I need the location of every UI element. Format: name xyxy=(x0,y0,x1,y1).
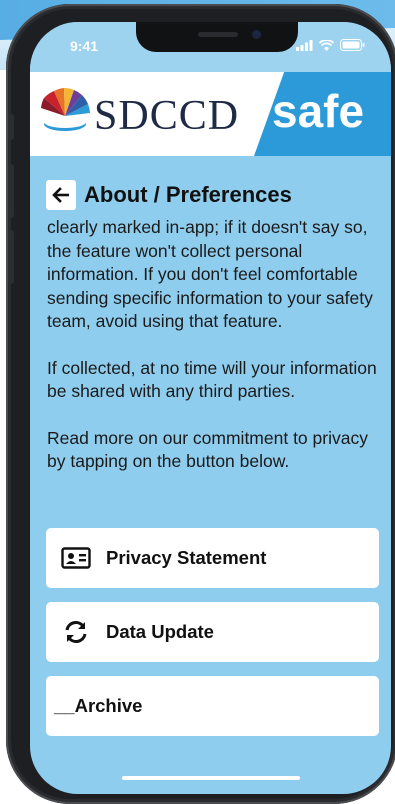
privacy-statement-button[interactable]: Privacy Statement xyxy=(46,528,379,588)
status-icons xyxy=(296,39,365,51)
logo-text: SDCCD xyxy=(94,93,240,139)
archive-button[interactable]: __Archive xyxy=(46,676,379,736)
volume-down-button xyxy=(8,230,14,284)
wifi-icon xyxy=(319,39,334,51)
notch xyxy=(136,22,298,52)
archive-label: __Archive xyxy=(54,695,143,716)
refresh-icon xyxy=(65,621,87,643)
speaker xyxy=(198,32,238,37)
privacy-paragraph-partial: clearly marked in-app; if it doesn't say… xyxy=(47,217,373,331)
privacy-paragraph-read-more: Read more on our commitment to privacy b… xyxy=(47,427,368,472)
back-button[interactable] xyxy=(46,180,76,210)
phone-frame: 9:41 SDCCD safe About / Preferences clea… xyxy=(6,4,395,804)
status-time: 9:41 xyxy=(70,38,99,54)
privacy-paragraph-sharing: If collected, at no time will your infor… xyxy=(47,357,377,402)
id-card-icon xyxy=(61,547,91,569)
camera xyxy=(252,30,261,39)
data-update-button[interactable]: Data Update xyxy=(46,602,379,662)
mute-switch xyxy=(8,114,14,140)
privacy-statement-label: Privacy Statement xyxy=(106,547,267,568)
back-arrow-icon xyxy=(52,187,69,203)
app-screen: 9:41 SDCCD safe About / Preferences clea… xyxy=(30,22,391,794)
battery-icon xyxy=(340,39,365,51)
app-header: SDCCD safe xyxy=(30,72,391,156)
data-update-label: Data Update xyxy=(106,621,214,642)
content-scroll-area[interactable]: clearly marked in-app; if it doesn't say… xyxy=(47,216,387,497)
status-bar: 9:41 xyxy=(30,22,391,72)
page-title: About / Preferences xyxy=(84,182,292,207)
safe-brand-text: safe xyxy=(272,85,365,137)
home-indicator[interactable] xyxy=(122,776,300,780)
page-title-row: About / Preferences xyxy=(46,180,292,210)
sdccd-logo-icon xyxy=(41,88,90,131)
volume-up-button xyxy=(8,164,14,218)
signal-icon xyxy=(296,39,313,51)
